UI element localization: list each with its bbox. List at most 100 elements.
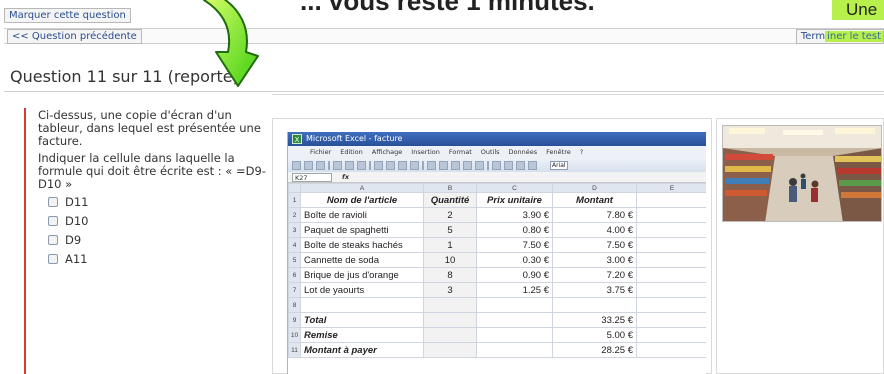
empty-cell: [636, 222, 706, 238]
question-accent-bar: [24, 108, 26, 374]
quantity-cell: 2: [423, 207, 477, 223]
question-text: Ci-dessus, une copie d'écran d'un tableu…: [38, 109, 272, 195]
excel-menu-item: Fichier: [310, 148, 332, 156]
toolbar-icon: [504, 160, 513, 170]
excel-toolbar: Arial: [288, 158, 706, 172]
empty-cell: [636, 237, 706, 253]
quantity-cell: 10: [423, 252, 477, 268]
toolbar-icon: [427, 160, 436, 170]
totals-label-cell: Total: [300, 312, 424, 328]
previous-question-button[interactable]: << Question précédente: [7, 29, 142, 44]
toolbar-icon: [475, 160, 484, 170]
excel-menu-item: Edition: [340, 148, 363, 156]
article-cell: Cannette de soda: [300, 252, 424, 268]
quantity-cell: 3: [423, 282, 477, 298]
quiz-page: ... vous reste 1 minutes. Une Marquer ce…: [0, 0, 884, 374]
amount-cell: [552, 297, 637, 313]
unit-price-cell: 1.25 €: [476, 282, 553, 298]
quantity-cell: [423, 297, 477, 313]
row-number: 2: [288, 207, 301, 223]
timer-title: ... vous reste 1 minutes.: [300, 0, 595, 16]
option-label: D11: [65, 194, 89, 209]
option-a11[interactable]: A11: [48, 249, 89, 268]
overlay-word: Une: [832, 0, 884, 20]
empty-cell: [636, 327, 706, 343]
empty-cell: [423, 312, 477, 328]
corner-cell: [288, 183, 301, 193]
row-number: 7: [288, 282, 301, 298]
article-cell: Boîte de steaks hachés: [300, 237, 424, 253]
empty-cell: [423, 327, 477, 343]
quantity-cell: 8: [423, 267, 477, 283]
excel-menu-item: Insertion: [411, 148, 440, 156]
totals-row: 10 Remise 5.00 €: [288, 327, 706, 343]
unit-price-cell: 0.90 €: [476, 267, 553, 283]
answer-options: D11 D10 D9 A11: [48, 192, 89, 268]
totals-label-cell: Montant à payer: [300, 342, 424, 358]
article-cell: Boîte de ravioli: [300, 207, 424, 223]
row-number: 3: [288, 222, 301, 238]
toolbar-separator: [487, 160, 489, 170]
toolbar-separator: [328, 160, 330, 170]
column-header: E: [636, 183, 706, 193]
row-number: 10: [288, 327, 301, 343]
checkbox-icon[interactable]: [48, 234, 58, 245]
option-d9[interactable]: D9: [48, 230, 89, 249]
column-header-row: A B C D E: [288, 183, 706, 193]
excel-title-bar: X Microsoft Excel - facture: [288, 132, 706, 146]
totals-amount-cell: 28.25 €: [552, 342, 637, 358]
toolbar-icon: [516, 160, 525, 170]
toolbar-separator: [422, 160, 424, 170]
column-header: A: [300, 183, 424, 193]
unit-price-cell: 3.90 €: [476, 207, 553, 223]
option-label: A11: [65, 251, 88, 266]
empty-cell: [476, 327, 553, 343]
option-label: D10: [65, 213, 89, 228]
amount-cell: 7.20 €: [552, 267, 637, 283]
toolbar-icon: [451, 160, 460, 170]
excel-menu-item: Outils: [480, 148, 500, 156]
totals-row: 11 Montant à payer 28.25 €: [288, 342, 706, 358]
unit-price-cell: [476, 297, 553, 313]
article-cell: Lot de yaourts: [300, 282, 424, 298]
row-number: 11: [288, 342, 301, 358]
toolbar-icon: [374, 160, 383, 170]
excel-menu-item: Format: [448, 148, 472, 156]
option-d11[interactable]: D11: [48, 192, 89, 211]
toolbar-icon: [345, 160, 354, 170]
toolbar-icon: [357, 160, 366, 170]
end-test-button[interactable]: Term iner le test: [795, 29, 884, 44]
title-divider: [4, 91, 884, 92]
table-header-row: 1 Nom de l'article Quantité Prix unitair…: [288, 192, 706, 208]
question-paragraph-1: Ci-dessus, une copie d'écran d'un tableu…: [38, 108, 261, 148]
table-row: 3 Paquet de spaghetti 5 0.80 €4.00 €: [288, 222, 706, 238]
unit-price-cell: 0.30 €: [476, 252, 553, 268]
checkbox-icon[interactable]: [48, 215, 58, 226]
row-number: 5: [288, 252, 301, 268]
empty-cell: [636, 297, 706, 313]
header-cell: Prix unitaire: [476, 192, 553, 208]
checkbox-icon[interactable]: [48, 196, 58, 207]
table-row: 6 Brique de jus d'orange 8 0.90 €7.20 €: [288, 267, 706, 283]
toolbar-icon: [528, 160, 537, 170]
option-d10[interactable]: D10: [48, 211, 89, 230]
unit-price-cell: 0.80 €: [476, 222, 553, 238]
excel-formula-bar: K27 fx: [288, 172, 706, 183]
mark-question-button[interactable]: Marquer cette question: [4, 8, 131, 23]
excel-name-box: K27: [292, 172, 332, 182]
empty-cell: [636, 192, 706, 208]
totals-amount-cell: 5.00 €: [552, 327, 637, 343]
empty-cell: [476, 312, 553, 328]
table-row: 8: [288, 297, 706, 313]
article-cell: Brique de jus d'orange: [300, 267, 424, 283]
checkbox-icon[interactable]: [48, 253, 58, 264]
table-row: 2 Boîte de ravioli 2 3.90 €7.80 €: [288, 207, 706, 223]
excel-menu-item: ?: [579, 148, 584, 156]
empty-cell: [636, 207, 706, 223]
header-cell: Nom de l'article: [300, 192, 424, 208]
toolbar-icon: [292, 160, 301, 170]
toolbar-icon: [304, 160, 313, 170]
toolbar-separator: [369, 160, 371, 170]
excel-window-title: Microsoft Excel - facture: [306, 134, 403, 143]
unit-price-cell: 7.50 €: [476, 237, 553, 253]
